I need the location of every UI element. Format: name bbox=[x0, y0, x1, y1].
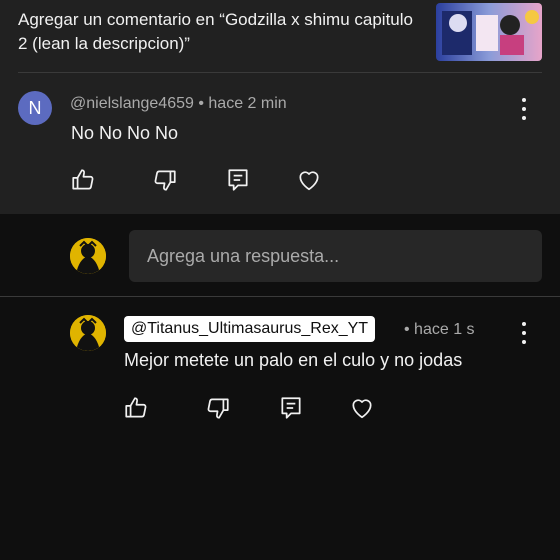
comment-time: • hace 2 min bbox=[198, 95, 287, 112]
heart-icon[interactable] bbox=[349, 395, 375, 421]
comment-text: No No No No bbox=[71, 123, 179, 143]
more-options-icon[interactable] bbox=[519, 322, 529, 344]
dislike-icon[interactable] bbox=[152, 167, 178, 193]
reply-author[interactable]: @Titanus_Ultimasaurus_Rex_YT bbox=[124, 316, 376, 342]
like-icon[interactable] bbox=[123, 395, 149, 421]
reply-text: Mejor metete un palo en el culo y no jod… bbox=[124, 350, 463, 370]
page-title: Agregar un comentario en “Godzilla x shi… bbox=[18, 10, 413, 53]
reply-icon[interactable] bbox=[225, 167, 251, 193]
reply-time: • hace 1 s bbox=[404, 321, 475, 338]
avatar-letter: N bbox=[28, 97, 42, 118]
reply-input-box[interactable] bbox=[129, 230, 542, 282]
like-icon[interactable] bbox=[70, 167, 96, 193]
avatar[interactable] bbox=[70, 315, 106, 351]
divider bbox=[18, 72, 542, 73]
comment-author[interactable]: @nielslange4659 bbox=[70, 95, 194, 112]
comment-meta: @nielslange4659 • hace 2 min bbox=[70, 95, 287, 113]
dislike-icon[interactable] bbox=[205, 395, 231, 421]
avatar[interactable]: N bbox=[18, 91, 52, 125]
comment-panel: Agregar un comentario en “Godzilla x shi… bbox=[0, 0, 560, 214]
more-options-icon[interactable] bbox=[519, 98, 529, 120]
avatar[interactable] bbox=[70, 238, 106, 274]
reply-icon[interactable] bbox=[278, 395, 304, 421]
divider bbox=[0, 296, 560, 297]
heart-icon[interactable] bbox=[296, 167, 322, 193]
reply-input[interactable] bbox=[129, 230, 527, 282]
video-thumbnail[interactable] bbox=[436, 3, 542, 61]
